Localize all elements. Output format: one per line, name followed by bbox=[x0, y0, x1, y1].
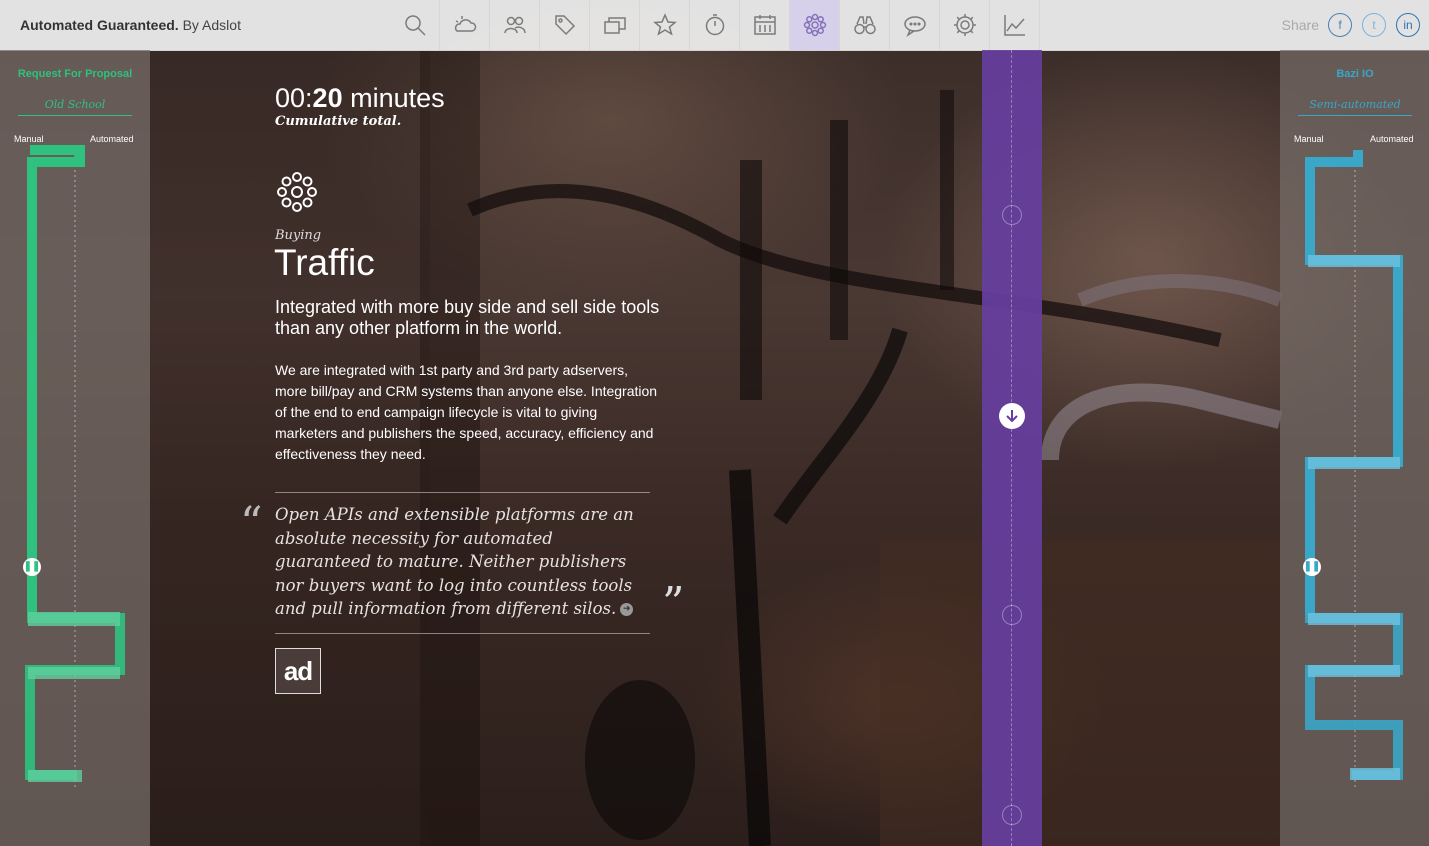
brand-rest-text: By Adslot bbox=[178, 17, 241, 33]
purple-dashed-line bbox=[1011, 50, 1012, 846]
brand-title[interactable]: Automated Guaranteed. By Adslot bbox=[20, 17, 241, 33]
calendar-icon[interactable] bbox=[740, 0, 790, 50]
facebook-share-button[interactable]: f bbox=[1328, 13, 1352, 37]
section-kicker: Buying bbox=[275, 228, 322, 243]
tag-icon[interactable] bbox=[540, 0, 590, 50]
timer-icon[interactable] bbox=[690, 0, 740, 50]
gear-icon[interactable] bbox=[940, 0, 990, 50]
nav-icon-row bbox=[390, 0, 1040, 50]
brand-bold-text: Automated Guaranteed. bbox=[20, 17, 179, 33]
quote-text: Open APIs and extensible platforms are a… bbox=[275, 505, 634, 618]
left-pause-button[interactable]: ❚❚ bbox=[23, 558, 41, 576]
left-progress-track bbox=[25, 145, 125, 790]
section-title: Traffic bbox=[274, 242, 375, 283]
scroll-down-button[interactable] bbox=[999, 403, 1025, 429]
twitter-share-button[interactable]: t bbox=[1362, 13, 1386, 37]
body-paragraph: We are integrated with 1st party and 3rd… bbox=[275, 362, 658, 462]
cumulative-timer: 00:20 minutes bbox=[275, 83, 445, 114]
timer-unit: minutes bbox=[342, 83, 445, 113]
lead-paragraph: Integrated with more buy side and sell s… bbox=[275, 297, 660, 338]
star-icon[interactable] bbox=[640, 0, 690, 50]
background-photo bbox=[0, 0, 1429, 846]
quote-arrow-icon[interactable]: ➜ bbox=[620, 603, 634, 616]
timer-prefix: 00: bbox=[275, 83, 313, 113]
top-nav-bar: Automated Guaranteed. By Adslot Share f … bbox=[0, 0, 1429, 51]
chat-icon[interactable] bbox=[890, 0, 940, 50]
purple-step-dot[interactable] bbox=[1002, 805, 1022, 825]
cumulative-label: Cumulative total. bbox=[275, 114, 402, 129]
flower-icon[interactable] bbox=[790, 0, 840, 50]
right-pause-button[interactable]: ❚❚ bbox=[1303, 558, 1321, 576]
timer-value: 20 bbox=[312, 83, 343, 113]
left-comparison-panel: Request For Proposal Old School Manual A… bbox=[0, 50, 150, 846]
pull-quote: Open APIs and extensible platforms are a… bbox=[275, 492, 650, 634]
search-icon[interactable] bbox=[390, 0, 440, 50]
share-label: Share bbox=[1281, 17, 1319, 33]
chart-icon[interactable] bbox=[990, 0, 1040, 50]
bicycle-photo-shapes bbox=[150, 50, 1283, 846]
purple-step-dot[interactable] bbox=[1002, 205, 1022, 225]
flower-icon bbox=[275, 170, 319, 219]
right-comparison-panel: Bazi IO Semi-automated Manual Automated … bbox=[1280, 50, 1429, 846]
right-progress-track bbox=[1305, 150, 1403, 790]
quote-close-mark: ” bbox=[662, 578, 685, 629]
screens-icon[interactable] bbox=[590, 0, 640, 50]
purple-scroll-column bbox=[982, 50, 1042, 846]
adslot-logo: ad bbox=[275, 648, 321, 694]
linkedin-share-button[interactable]: in bbox=[1396, 13, 1420, 37]
quote-open-mark: “ bbox=[240, 498, 263, 549]
people-icon[interactable] bbox=[490, 0, 540, 50]
weather-icon[interactable] bbox=[440, 0, 490, 50]
binoculars-icon[interactable] bbox=[840, 0, 890, 50]
arrow-down-icon bbox=[1006, 410, 1018, 423]
quote-text-block: Open APIs and extensible platforms are a… bbox=[275, 503, 650, 621]
purple-step-dot[interactable] bbox=[1002, 605, 1022, 625]
